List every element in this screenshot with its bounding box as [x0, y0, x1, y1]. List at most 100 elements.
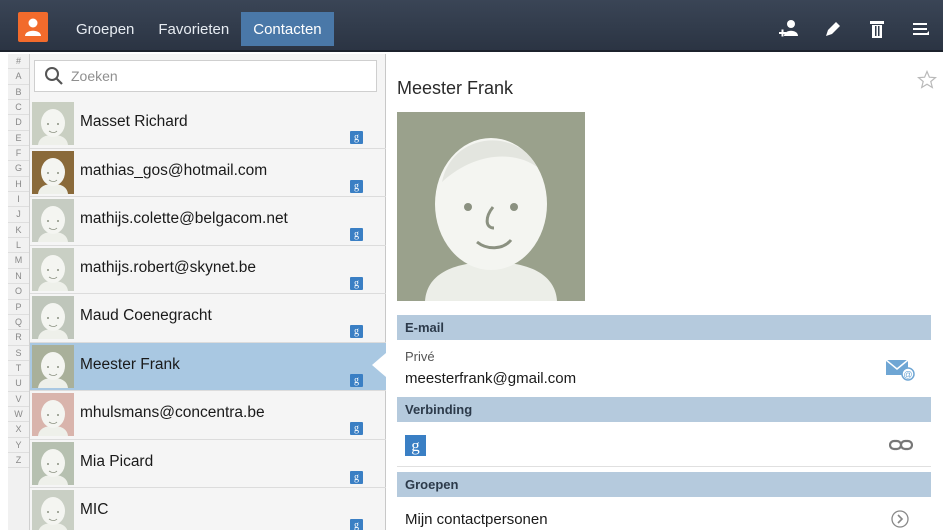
edit-icon [826, 22, 840, 36]
google-account-icon: g [350, 228, 363, 241]
favorite-star-icon[interactable] [916, 69, 938, 95]
default-avatar-icon [397, 112, 585, 301]
search-icon [45, 67, 63, 85]
tab-bar: Groepen Favorieten Contacten [64, 12, 334, 46]
index-letter[interactable]: W [8, 407, 29, 423]
contact-row[interactable]: Mia Picard g [30, 440, 386, 488]
index-letter[interactable]: V [8, 392, 29, 407]
contact-row[interactable]: Meester Frank g [30, 342, 386, 391]
tab-label: Groepen [76, 20, 135, 38]
delete-button[interactable] [855, 12, 899, 46]
contact-avatar [32, 441, 74, 485]
index-letter[interactable]: O [8, 284, 29, 300]
contact-name: Meester Frank [80, 355, 180, 373]
link-icon [888, 439, 914, 451]
contact-photo[interactable] [397, 112, 585, 301]
index-letter[interactable]: B [8, 85, 29, 101]
contacts-app-icon[interactable] [18, 12, 48, 42]
index-letter[interactable]: M [8, 253, 29, 269]
delete-icon [870, 21, 884, 38]
contact-name: mathijs.robert@skynet.be [80, 258, 256, 276]
contact-row[interactable]: Maud Coenegracht g [30, 294, 386, 343]
contact-detail-panel: Meester Frank E-mail Privé meesterfrank@… [387, 54, 943, 530]
index-letter[interactable]: J [8, 207, 29, 223]
index-letter[interactable]: T [8, 361, 29, 377]
tab-favorieten[interactable]: Favorieten [146, 12, 241, 46]
add-contact-icon [779, 20, 798, 37]
alphabet-index[interactable]: # A B C D E F G H I J K L M N O P Q R S T U V W X Y Z [8, 54, 30, 530]
index-letter[interactable]: I [8, 192, 29, 208]
action-bar: Groepen Favorieten Contacten [0, 0, 943, 52]
google-account-icon: g [350, 422, 363, 435]
email-section-header: E-mail [397, 315, 931, 340]
index-letter[interactable]: K [8, 223, 29, 239]
contact-row[interactable]: MIC g [30, 488, 386, 530]
contact-name: mhulsmans@concentra.be [80, 404, 265, 421]
contact-avatar [32, 490, 74, 530]
contact-name: Maud Coenegracht [80, 307, 212, 324]
google-account-icon: g [350, 470, 363, 484]
tab-label: Contacten [253, 20, 322, 38]
index-letter[interactable]: Q [8, 315, 29, 331]
contact-name: mathias_gos@hotmail.com [80, 161, 268, 179]
google-account-icon: g [350, 131, 363, 144]
send-email-button[interactable]: @ [885, 357, 915, 386]
action-buttons [767, 12, 943, 46]
group-name[interactable]: Mijn contactpersonen [405, 511, 548, 528]
index-letter[interactable]: D [8, 115, 29, 131]
google-account-icon: g [350, 276, 363, 290]
index-letter[interactable]: F [8, 146, 29, 162]
index-letter[interactable]: C [8, 100, 29, 116]
contact-avatar [32, 150, 74, 194]
index-letter[interactable]: H [8, 177, 29, 193]
index-letter[interactable]: L [8, 238, 29, 254]
divider [397, 466, 931, 467]
index-letter[interactable]: R [8, 330, 29, 346]
google-account-icon: g [350, 325, 363, 338]
contact-row[interactable]: Masset Richard g [30, 100, 386, 149]
menu-icon [913, 23, 929, 35]
connection-section-header: Verbinding [397, 397, 931, 422]
google-account-icon: g [350, 373, 363, 387]
contact-row[interactable]: mathijs.robert@skynet.be g [30, 246, 386, 294]
index-letter[interactable]: # [8, 54, 29, 70]
index-letter[interactable]: U [8, 376, 29, 392]
index-letter[interactable]: Z [8, 453, 29, 469]
contact-rows: Masset Richard g mathias_gos@hotmail.com g m… [30, 100, 386, 530]
link-contact-button[interactable] [888, 438, 914, 457]
contact-name: Masset Richard [80, 113, 188, 130]
google-account-icon: g [350, 519, 363, 530]
contact-name: Mia Picard [80, 452, 154, 470]
index-letter[interactable]: Y [8, 438, 29, 453]
contact-row[interactable]: mhulsmans@concentra.be g [30, 391, 386, 440]
contact-avatar [32, 102, 74, 145]
index-letter[interactable]: A [8, 69, 29, 85]
search-input[interactable] [71, 68, 361, 84]
svg-text:@: @ [903, 370, 912, 380]
tab-contacten[interactable]: Contacten [241, 12, 334, 46]
index-letter[interactable]: G [8, 161, 29, 177]
email-type-label: Privé [405, 349, 435, 364]
email-icon: @ [885, 359, 915, 381]
contact-name: mathijs.colette@belgacom.net [80, 210, 288, 227]
contact-row[interactable]: mathijs.colette@belgacom.net g [30, 197, 386, 246]
search-box[interactable] [34, 60, 377, 92]
contact-row[interactable]: mathias_gos@hotmail.com g [30, 149, 386, 197]
tab-label: Favorieten [158, 20, 230, 38]
group-chevron-button[interactable] [890, 509, 910, 530]
index-letter[interactable]: E [8, 131, 29, 147]
index-letter[interactable]: P [8, 300, 29, 315]
email-value[interactable]: meesterfrank@gmail.com [405, 370, 576, 387]
add-contact-button[interactable] [767, 12, 811, 46]
contact-list: Masset Richardgmathias_gos@hotmail.comgm… [30, 54, 386, 530]
contact-avatar [32, 393, 74, 436]
index-letter[interactable]: S [8, 346, 29, 361]
index-letter[interactable]: X [8, 422, 29, 438]
selection-pointer [372, 353, 386, 377]
index-letter[interactable]: N [8, 269, 29, 285]
overflow-menu-button[interactable] [899, 12, 943, 46]
edit-button[interactable] [811, 12, 855, 46]
chevron-right-icon [891, 510, 909, 528]
tab-groepen[interactable]: Groepen [64, 12, 146, 46]
google-account-badge: g [405, 435, 426, 456]
